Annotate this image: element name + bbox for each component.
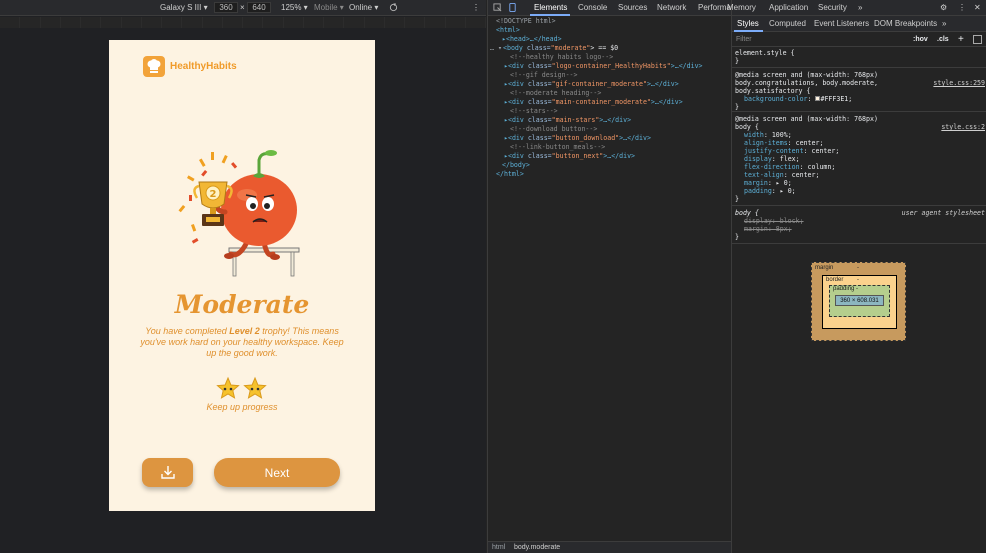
filter-input[interactable]: Filter: [736, 36, 752, 43]
subtab-styles[interactable]: Styles: [737, 19, 759, 28]
styles-subtabs: Styles Computed Event Listeners DOM Brea…: [732, 16, 986, 32]
comment-line[interactable]: <!--stars-->: [510, 107, 558, 116]
dom-node-button-next[interactable]: ▸<div class="button_next">…</div>: [504, 152, 635, 161]
comment-line[interactable]: <!--moderate heading-->: [510, 89, 601, 98]
device-toggle-icon[interactable]: [508, 3, 517, 14]
style-property[interactable]: background-color: #FFF3E1;: [744, 95, 852, 103]
class-toggle-button[interactable]: .cls: [937, 36, 949, 43]
style-property[interactable]: justify-content: center;: [744, 147, 839, 155]
doctype-line[interactable]: <!DOCTYPE html>: [496, 17, 556, 26]
stars-rating: [216, 376, 267, 399]
style-property[interactable]: width: 100%;: [744, 131, 792, 139]
subtab-computed[interactable]: Computed: [769, 19, 806, 28]
style-property[interactable]: padding: ▸ 0;: [744, 187, 796, 195]
tab-security[interactable]: Security: [818, 3, 847, 12]
tab-network[interactable]: Network: [657, 3, 686, 12]
toggle-sidebar-icon[interactable]: [973, 35, 982, 44]
style-property[interactable]: flex-direction: column;: [744, 163, 835, 171]
overridden-property[interactable]: margin: 8px;: [744, 225, 792, 233]
breadcrumb-body[interactable]: body.moderate: [514, 544, 560, 551]
mode-select[interactable]: Mobile ▾: [314, 3, 344, 12]
inspect-icon[interactable]: [493, 3, 502, 14]
style-property[interactable]: display: flex;: [744, 155, 800, 163]
tomato-trophy-mascot-illustration: 2: [178, 150, 300, 277]
style-property[interactable]: margin: ▸ 0;: [744, 179, 792, 187]
device-select[interactable]: Galaxy S III ▾: [160, 3, 208, 12]
zoom-select[interactable]: 125% ▾: [281, 3, 308, 12]
rule-media-bg: @media screen and (max-width: 768px) bod…: [732, 70, 986, 112]
user-agent-label: user agent stylesheet: [901, 209, 985, 217]
box-model-diagram: margin - border - padding - 360 × 608.03…: [811, 262, 906, 341]
phone-viewport: HealthyHabits 2 Moderate You have comple…: [109, 40, 375, 511]
dom-node-button-download[interactable]: ▸<div class="button_download">…</div>: [504, 134, 651, 143]
dom-node-main-stars[interactable]: ▸<div class="main-stars">…</div>: [504, 116, 631, 125]
subtab-more[interactable]: »: [942, 19, 946, 28]
devtools-tabbar-right: Memory Application Security » ⚙ ⋮ ✕: [727, 0, 986, 16]
tab-sources[interactable]: Sources: [618, 3, 647, 12]
hover-state-button[interactable]: :hov: [913, 36, 928, 43]
next-button[interactable]: Next: [214, 458, 340, 487]
devtools-tabbar: Elements Console Sources Network Perform…: [488, 0, 744, 16]
media-query-ruler: [0, 17, 486, 28]
rule-element-style: element.style { }: [732, 48, 986, 68]
level-name: Level 2: [229, 326, 260, 336]
tab-elements[interactable]: Elements: [534, 3, 567, 12]
completion-message: You have completed Level 2 trophy! This …: [140, 326, 344, 358]
dom-node-main-container[interactable]: ▸<div class="main-container_moderate">…<…: [504, 98, 683, 107]
rule-media-body: @media screen and (max-width: 768px) bod…: [732, 114, 986, 206]
dom-node-logo-container[interactable]: ▸<div class="logo-container_HealthyHabit…: [504, 62, 703, 71]
rule-user-agent: body { user agent stylesheet display: bl…: [732, 208, 986, 244]
comment-line[interactable]: <!--download button-->: [510, 125, 597, 134]
more-options-icon[interactable]: ⋮: [472, 3, 480, 12]
settings-gear-icon[interactable]: ⚙: [940, 3, 947, 12]
styles-filter-row: Filter :hov .cls +: [732, 33, 986, 47]
height-input[interactable]: 640: [247, 2, 271, 13]
chef-hat-logo-icon: [143, 56, 165, 77]
progress-text: Keep up progress: [206, 402, 278, 412]
tab-console[interactable]: Console: [578, 3, 607, 12]
network-select[interactable]: Online ▾: [349, 3, 378, 12]
trophy-level-number: 2: [210, 189, 217, 200]
tab-memory[interactable]: Memory: [727, 3, 756, 12]
comment-line[interactable]: <!--healthy habits logo-->: [510, 53, 613, 62]
download-button[interactable]: [142, 458, 193, 487]
html-open-line[interactable]: <html>: [496, 26, 520, 35]
more-options-icon[interactable]: ⋮: [958, 3, 966, 12]
style-property[interactable]: text-align: center;: [744, 171, 819, 179]
subtab-event-listeners[interactable]: Event Listeners: [814, 19, 869, 28]
subtab-dom-breakpoints[interactable]: DOM Breakpoints: [874, 19, 937, 28]
star-icon: [243, 376, 267, 399]
comment-line[interactable]: <!--gif design-->: [510, 71, 578, 80]
star-icon: [216, 376, 240, 399]
logo-text: HealthyHabits: [170, 61, 237, 72]
new-rule-button[interactable]: +: [958, 34, 964, 45]
download-icon: [160, 466, 175, 479]
breadcrumb: html body.moderate: [488, 541, 731, 553]
html-close-line[interactable]: </html>: [496, 170, 524, 179]
moderate-heading: Moderate: [174, 290, 310, 319]
comment-line[interactable]: <!--link-button_meals-->: [510, 143, 605, 152]
style-property[interactable]: align-items: center;: [744, 139, 823, 147]
head-line[interactable]: ▸<head>…</head>: [502, 35, 562, 44]
width-input[interactable]: 360: [214, 2, 238, 13]
box-model-content-size[interactable]: 360 × 608.031: [835, 295, 884, 306]
body-close-line[interactable]: </body>: [502, 161, 530, 170]
device-emulation-pane: Galaxy S III ▾ 360 × 640 125% ▾ Mobile ▾…: [0, 0, 486, 553]
overridden-property[interactable]: display: block;: [744, 217, 804, 225]
breadcrumb-html[interactable]: html: [492, 544, 505, 551]
tab-application[interactable]: Application: [769, 3, 808, 12]
dom-node-gif-container[interactable]: ▸<div class="gif-container_moderate">…</…: [504, 80, 679, 89]
device-toolbar: Galaxy S III ▾ 360 × 640 125% ▾ Mobile ▾…: [0, 0, 486, 16]
source-link[interactable]: style.css:259: [933, 79, 985, 87]
tab-more[interactable]: »: [858, 3, 862, 12]
close-icon[interactable]: ✕: [974, 3, 981, 12]
dimension-separator: ×: [240, 3, 245, 12]
source-link[interactable]: style.css:2: [941, 123, 985, 131]
devtools-elements-pane: Elements Console Sources Network Perform…: [487, 0, 744, 553]
rotate-icon[interactable]: [389, 3, 398, 14]
